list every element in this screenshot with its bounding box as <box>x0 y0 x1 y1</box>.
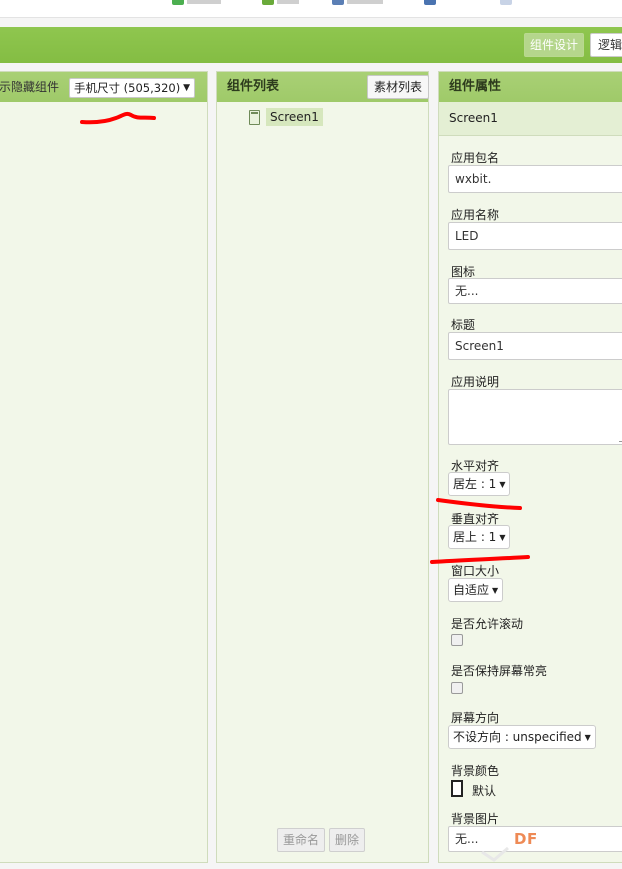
delete-button[interactable]: 删除 <box>329 828 366 852</box>
window-size-select[interactable]: 自适应 ▼ <box>448 578 504 602</box>
device-size-select[interactable]: 手机尺寸 (505,320) ▼ <box>69 78 195 98</box>
orientation-value: 不设方向 : unspecified <box>453 730 582 744</box>
top-toolbar-item[interactable] <box>424 0 436 6</box>
assets-list-button[interactable]: 素材列表 <box>367 75 429 99</box>
caret-down-icon: ▼ <box>492 586 499 595</box>
bg-image-label: 背景图片 <box>451 812 500 826</box>
toolbar-icon <box>332 0 344 5</box>
top-menu-strip <box>0 0 622 18</box>
bg-color-swatch[interactable] <box>451 780 463 797</box>
window-size-label: 窗口大小 <box>451 564 500 578</box>
properties-header: 组件属性 <box>439 72 622 102</box>
selected-component-name: Screen1 <box>439 102 622 136</box>
viewer-panel: 示隐藏组件 手机尺寸 (505,320) ▼ <box>0 71 208 863</box>
component-tree-item[interactable]: Screen1 <box>249 108 323 126</box>
app-name-label: 应用名称 <box>451 208 500 222</box>
top-toolbar-item[interactable] <box>332 0 383 6</box>
properties-panel: 组件属性 Screen1 应用包名 wxbit. 应用名称 LED 图标 无..… <box>438 71 622 863</box>
caret-down-icon: ▼ <box>499 533 506 542</box>
properties-title: 组件属性 <box>449 79 502 94</box>
app-name-input[interactable]: LED <box>448 222 622 250</box>
description-textarea[interactable] <box>448 389 622 445</box>
screen-icon <box>249 109 260 125</box>
component-tree-label: Screen1 <box>266 108 323 126</box>
toolbar-icon <box>172 0 184 5</box>
top-toolbar-item[interactable] <box>262 0 299 6</box>
align-horizontal-select[interactable]: 居左 : 1 ▼ <box>448 472 511 496</box>
watermark-text: DF <box>514 830 538 848</box>
icon-picker[interactable]: 无... <box>448 278 622 304</box>
bg-color-value[interactable]: 默认 <box>472 782 496 799</box>
app-package-input[interactable]: wxbit. <box>448 165 622 193</box>
design-view-button[interactable]: 组件设计 <box>524 33 584 57</box>
toolbar-icon <box>500 0 512 5</box>
device-size-value: 手机尺寸 (505,320) <box>74 81 181 95</box>
logic-view-button[interactable]: 逻辑 <box>590 33 622 57</box>
toolbar-icon <box>424 0 436 5</box>
toolbar-icon <box>262 0 274 5</box>
dropdown-arrow-icon: ▼ <box>183 83 190 93</box>
orientation-label: 屏幕方向 <box>451 711 500 725</box>
top-toolbar-item[interactable] <box>172 0 221 6</box>
show-hidden-components-label[interactable]: 示隐藏组件 <box>0 72 59 102</box>
title-label: 标题 <box>451 318 476 332</box>
components-panel: 组件列表 素材列表 Screen1 重命名 删除 <box>216 71 429 863</box>
description-label: 应用说明 <box>451 375 500 389</box>
orientation-select[interactable]: 不设方向 : unspecified ▼ <box>448 725 596 749</box>
rename-button[interactable]: 重命名 <box>277 828 326 852</box>
align-vertical-select[interactable]: 居上 : 1 ▼ <box>448 525 511 549</box>
keep-screen-on-checkbox[interactable] <box>451 682 463 694</box>
components-title: 组件列表 <box>227 79 280 94</box>
watermark-mark-icon <box>481 846 509 862</box>
align-horizontal-value: 居左 : 1 <box>453 477 497 491</box>
viewer-canvas[interactable] <box>0 102 207 862</box>
top-toolbar-item[interactable] <box>500 0 512 6</box>
scrollable-label: 是否允许滚动 <box>451 617 524 631</box>
component-actions: 重命名 删除 <box>277 828 366 852</box>
viewer-header: 示隐藏组件 手机尺寸 (505,320) ▼ <box>0 72 207 102</box>
app-package-label: 应用包名 <box>451 151 500 165</box>
bg-color-label: 背景颜色 <box>451 764 500 778</box>
watermark-logo: DF <box>478 826 538 862</box>
caret-down-icon: ▼ <box>584 733 591 742</box>
window-size-value: 自适应 <box>453 583 490 597</box>
scrollable-checkbox[interactable] <box>451 634 463 646</box>
title-input[interactable]: Screen1 <box>448 332 622 360</box>
caret-down-icon: ▼ <box>499 480 506 489</box>
align-vertical-value: 居上 : 1 <box>453 530 497 544</box>
keep-screen-on-label: 是否保持屏幕常亮 <box>451 664 548 678</box>
